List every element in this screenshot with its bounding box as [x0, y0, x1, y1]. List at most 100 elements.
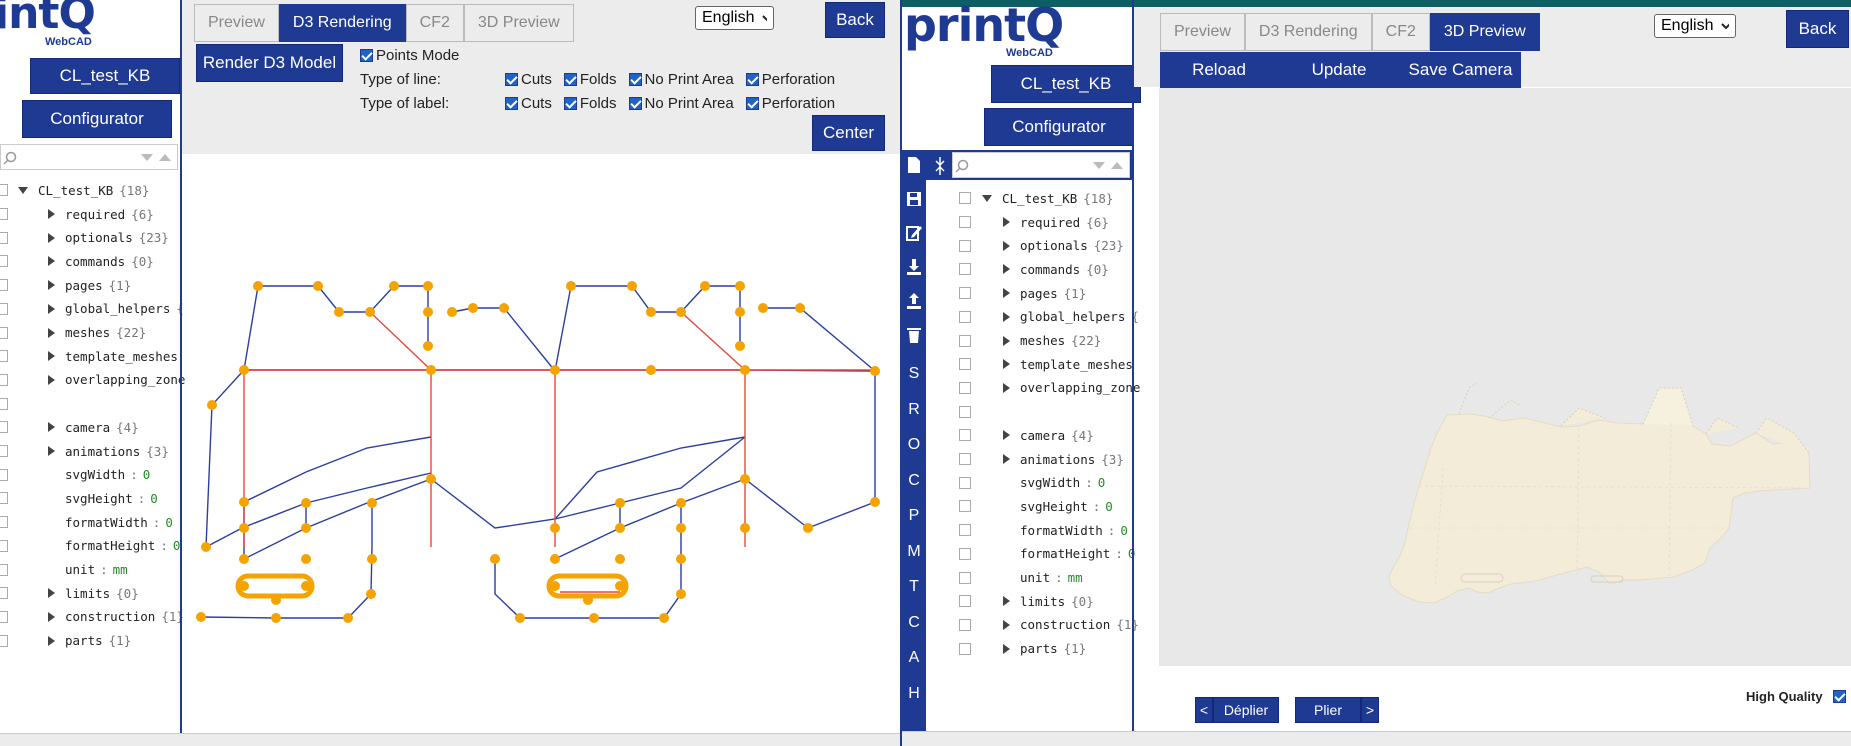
fold-next-button[interactable]: >: [1361, 697, 1379, 723]
unfold-prev-button[interactable]: <: [1195, 697, 1213, 723]
control-point[interactable]: [583, 595, 593, 605]
control-point[interactable]: [700, 281, 710, 291]
tree-item-construction[interactable]: construction {1}: [1003, 615, 1139, 635]
tree-row-checkbox[interactable]: [959, 358, 971, 371]
render-d3-model-button[interactable]: Render D3 Model: [196, 44, 343, 82]
back-button[interactable]: Back: [1786, 10, 1849, 48]
tree-item-pages[interactable]: pages {1}: [48, 275, 131, 295]
reload-button[interactable]: Reload: [1160, 52, 1278, 88]
control-point[interactable]: [499, 303, 509, 313]
tree-row-checkbox[interactable]: [0, 184, 8, 196]
fold-line[interactable]: [680, 311, 746, 371]
line-type-option-perforation[interactable]: Perforation: [745, 71, 835, 88]
control-point[interactable]: [515, 613, 525, 623]
tree-item-svgwidth[interactable]: svgWidth:0: [65, 465, 150, 485]
download-icon[interactable]: [906, 258, 922, 276]
control-point[interactable]: [615, 581, 625, 591]
tab-preview[interactable]: Preview: [194, 4, 279, 42]
tree-item-formatheight[interactable]: formatHeight:0: [1020, 544, 1135, 564]
tree-item-meshes[interactable]: meshes {22}: [48, 323, 146, 343]
tree-row-checkbox[interactable]: [959, 618, 971, 631]
configurator-button[interactable]: Configurator: [984, 108, 1134, 146]
tree-item-unit[interactable]: unit: mm: [1020, 568, 1083, 588]
control-point[interactable]: [301, 581, 311, 591]
project-button[interactable]: CL_test_KB: [30, 58, 180, 94]
line-type-option-no-print-area[interactable]: No Print Area: [628, 71, 734, 88]
tree-search-input[interactable]: [0, 144, 178, 170]
sidebar-shortcut-c[interactable]: C: [902, 614, 926, 632]
expand-icon[interactable]: [1003, 359, 1010, 370]
expand-icon[interactable]: [48, 422, 55, 433]
tree-row-checkbox[interactable]: [959, 405, 971, 418]
tab-d3-rendering[interactable]: D3 Rendering: [1244, 13, 1372, 51]
label-type-checkbox[interactable]: [745, 96, 759, 110]
tree-item-camera[interactable]: camera {4}: [48, 417, 139, 437]
expand-icon[interactable]: [48, 327, 55, 338]
tree-row-checkbox[interactable]: [959, 547, 971, 560]
control-point[interactable]: [426, 365, 436, 375]
cut-line[interactable]: [451, 307, 556, 372]
cut-line[interactable]: [554, 436, 746, 520]
tab-3d-preview[interactable]: 3D Preview: [463, 4, 574, 42]
collapse-icon[interactable]: [982, 194, 992, 202]
label-type-option-no-print-area[interactable]: No Print Area: [628, 95, 734, 112]
control-point[interactable]: [676, 523, 686, 533]
cut-line[interactable]: [243, 285, 429, 371]
tree-row-checkbox[interactable]: [959, 571, 971, 584]
tree-item-meshes[interactable]: meshes {22}: [1003, 331, 1101, 351]
control-point[interactable]: [367, 498, 377, 508]
sidebar-shortcut-r[interactable]: R: [902, 401, 926, 419]
line-type-option-folds[interactable]: Folds: [563, 71, 617, 88]
control-point[interactable]: [196, 612, 206, 622]
control-point[interactable]: [426, 474, 436, 484]
control-point[interactable]: [740, 523, 750, 533]
3d-viewport[interactable]: [1159, 88, 1851, 666]
tab-3d-preview[interactable]: 3D Preview: [1429, 13, 1540, 51]
control-point[interactable]: [343, 613, 353, 623]
tree-row-checkbox[interactable]: [959, 263, 971, 276]
tree-item-svgheight[interactable]: svgHeight:0: [1020, 496, 1113, 516]
tree-item-camera[interactable]: camera {4}: [1003, 425, 1094, 445]
control-point[interactable]: [566, 281, 576, 291]
tree-item-animations[interactable]: animations {3}: [1003, 449, 1124, 469]
expand-icon[interactable]: [48, 611, 55, 622]
tree-item-overlapping-zone[interactable]: overlapping_zone: [48, 370, 191, 390]
control-point[interactable]: [740, 365, 750, 375]
control-point[interactable]: [550, 581, 560, 591]
line-type-checkbox[interactable]: [745, 72, 759, 86]
tree-item-required[interactable]: required {6}: [48, 204, 154, 224]
control-point[interactable]: [646, 307, 656, 317]
tree-row-checkbox[interactable]: [959, 287, 971, 300]
tree-row-checkbox[interactable]: [0, 255, 8, 268]
tree-row-checkbox[interactable]: [0, 516, 8, 529]
expand-icon[interactable]: [1003, 382, 1010, 393]
fold-button[interactable]: Plier: [1295, 697, 1361, 723]
upload-icon[interactable]: [906, 292, 922, 310]
configurator-button[interactable]: Configurator: [22, 100, 172, 138]
tree-search-input[interactable]: [952, 152, 1130, 178]
tree-item-template-meshes[interactable]: template_meshes: [1003, 354, 1139, 374]
cut-line[interactable]: [205, 472, 432, 548]
sidebar-shortcut-o[interactable]: O: [902, 436, 926, 454]
control-point[interactable]: [735, 341, 745, 351]
trash-icon[interactable]: [906, 326, 922, 344]
control-point[interactable]: [201, 542, 211, 552]
tree-item-overlapping-zone[interactable]: overlapping_zone: [1003, 378, 1146, 398]
control-point[interactable]: [646, 365, 656, 375]
expand-icon[interactable]: [1003, 288, 1010, 299]
back-button[interactable]: Back: [825, 2, 885, 38]
tree-item-commands[interactable]: commands {0}: [48, 251, 154, 271]
label-type-checkbox[interactable]: [505, 96, 518, 110]
tree-item-unit[interactable]: unit: mm: [65, 560, 128, 580]
line-type-checkbox[interactable]: [628, 72, 642, 86]
tree-row-checkbox[interactable]: [0, 563, 8, 576]
tree-item-limits[interactable]: limits {0}: [1003, 591, 1094, 611]
control-point[interactable]: [550, 554, 560, 564]
project-button[interactable]: CL_test_KB: [991, 65, 1141, 103]
tree-root[interactable]: CL_test_KB {18}: [18, 180, 149, 200]
sidebar-shortcut-s[interactable]: S: [902, 365, 926, 383]
expand-icon[interactable]: [1003, 240, 1010, 251]
control-point[interactable]: [676, 554, 686, 564]
control-point[interactable]: [423, 341, 433, 351]
expand-icon[interactable]: [48, 232, 55, 243]
